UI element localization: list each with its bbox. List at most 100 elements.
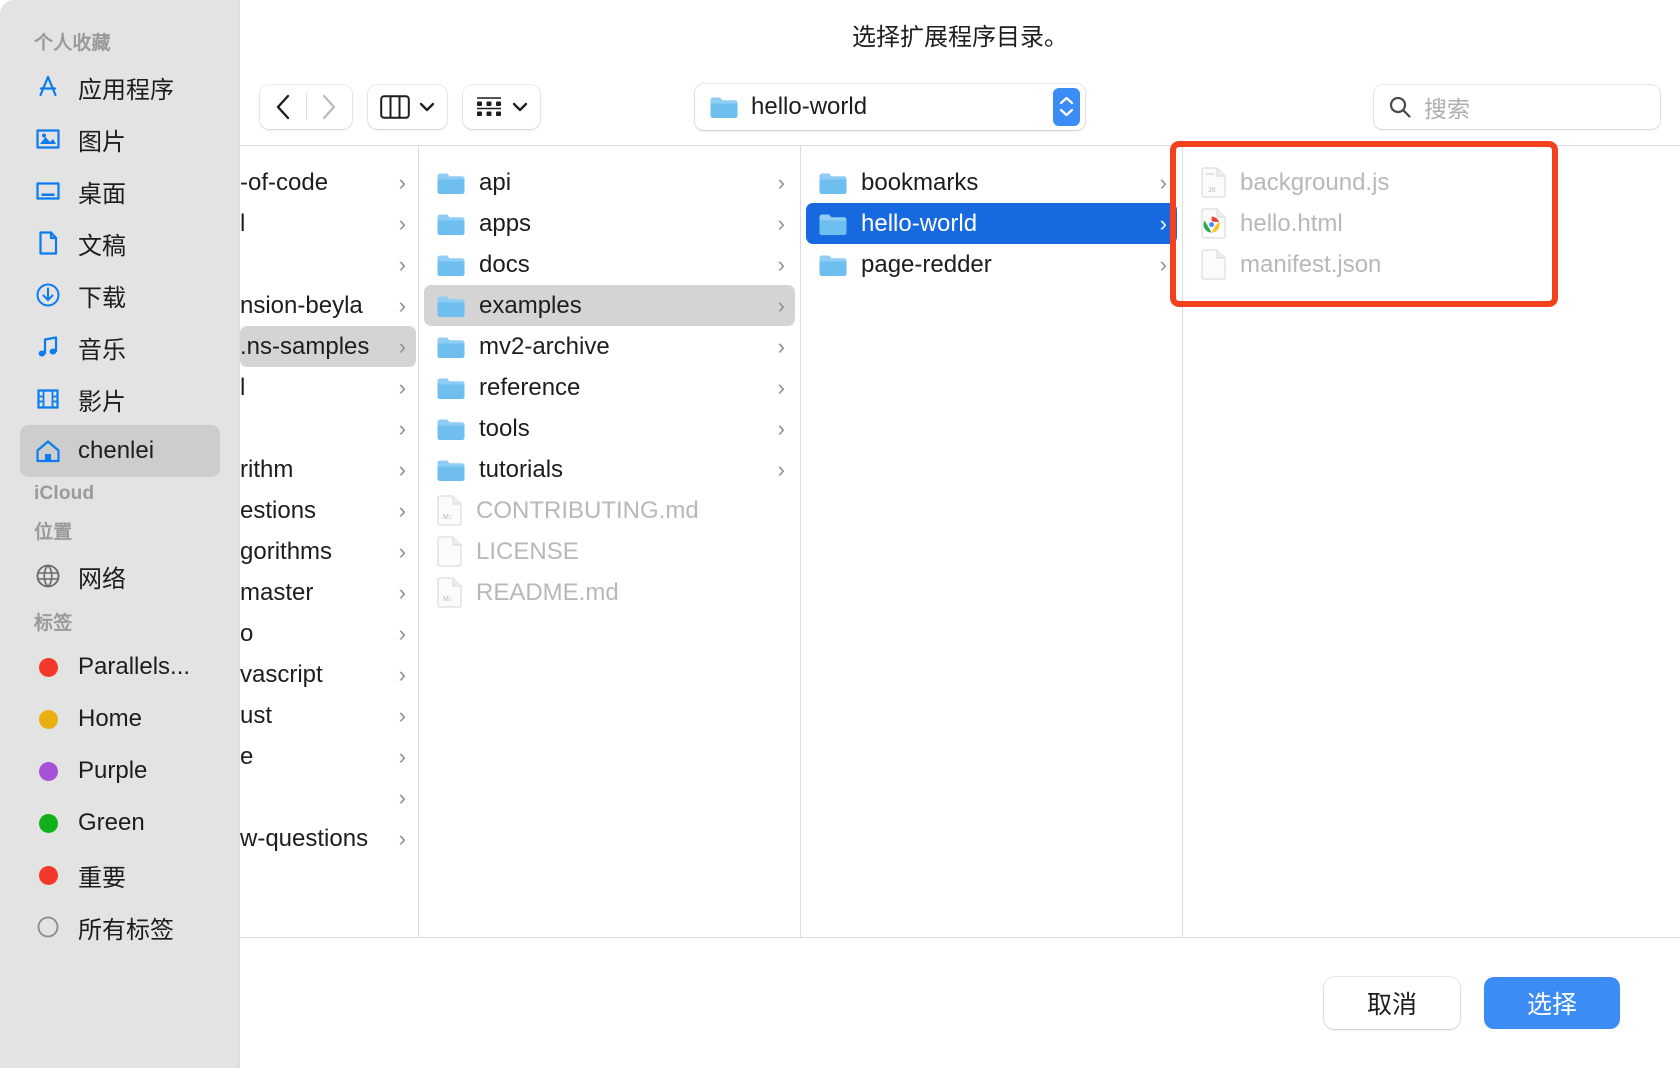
back-button[interactable] (260, 84, 306, 129)
chevron-down-icon (512, 102, 528, 111)
folder-icon (437, 337, 465, 358)
browser-column-4[interactable]: JS background.js hello.html manifest.json (1183, 146, 1565, 937)
column-row: hello.html (1188, 203, 1560, 244)
column-row-label: rithm (240, 455, 294, 483)
column-row[interactable]: mv2-archive › (424, 326, 795, 367)
browser-column-2[interactable]: api › apps › docs › examples › mv2-archive › refer… (419, 146, 801, 937)
chevron-right-icon: › (398, 333, 406, 359)
column-row[interactable]: page-redder › (806, 244, 1177, 285)
chevron-right-icon (322, 94, 336, 119)
markdown-file-icon: M↓ (437, 495, 462, 526)
column-row[interactable]: l › (240, 203, 416, 244)
column-row[interactable]: › (240, 408, 416, 449)
sidebar-item-[interactable]: 应用程序 (20, 61, 220, 113)
dialog-titlebar: 选择扩展程序目录。 (240, 0, 1680, 68)
chevron-right-icon: › (398, 169, 406, 195)
browser-column-3[interactable]: bookmarks › hello-world › page-redder › (801, 146, 1183, 937)
column-row[interactable]: -of-code › (240, 162, 416, 203)
document-icon (1201, 249, 1226, 280)
group-by-button[interactable] (463, 84, 540, 129)
chevron-right-icon: › (398, 456, 406, 482)
column-row[interactable]: l › (240, 367, 416, 408)
column-row[interactable]: rithm › (240, 449, 416, 490)
column-row[interactable]: gorithms › (240, 531, 416, 572)
column-row[interactable]: › (240, 777, 416, 818)
network-globe-icon (36, 564, 60, 588)
path-popup-button[interactable]: hello-world (695, 83, 1085, 130)
column-row-label: examples (479, 291, 582, 319)
stepper-up-icon (1059, 96, 1074, 105)
markdown-file-icon: M↓ (437, 577, 462, 608)
folder-icon (819, 214, 847, 235)
column-row[interactable]: tutorials › (424, 449, 795, 490)
column-row[interactable]: nsion-beyla › (240, 285, 416, 326)
sidebar-item-label: 图片 (78, 128, 126, 156)
column-row-label: apps (479, 209, 532, 237)
forward-button[interactable] (306, 84, 352, 129)
column-row[interactable]: tools › (424, 408, 795, 449)
view-mode-button[interactable] (368, 84, 447, 129)
sidebar-favorites-list: 应用程序图片桌面 文稿 下载 音乐 影片 chenlei (0, 61, 240, 477)
sidebar-item-purple[interactable]: Purple (20, 745, 220, 797)
column-row[interactable]: .ns-samples › (240, 326, 416, 367)
column-row-label: hello-world (861, 209, 978, 237)
search-field[interactable]: 搜索 (1374, 84, 1660, 129)
sidebar-item-[interactable]: 重要 (20, 849, 220, 901)
sidebar-item-chenlei[interactable]: chenlei (20, 425, 220, 477)
tag-dot-icon (34, 705, 62, 733)
search-icon (1389, 96, 1411, 118)
column-row[interactable]: api › (424, 162, 795, 203)
column-row[interactable]: e › (240, 736, 416, 777)
column-row: JS background.js (1188, 162, 1560, 203)
sidebar-item-[interactable]: 影片 (20, 373, 220, 425)
column-row[interactable]: bookmarks › (806, 162, 1177, 203)
column-row[interactable]: w-questions › (240, 818, 416, 859)
column-row[interactable]: hello-world › (806, 203, 1177, 244)
sidebar-item-[interactable]: 音乐 (20, 321, 220, 373)
column-row[interactable]: examples › (424, 285, 795, 326)
group-by-icon (477, 96, 501, 116)
chevron-right-icon: › (777, 415, 785, 441)
sidebar-section-locations: 位置 (34, 522, 73, 543)
folder-icon (437, 255, 465, 276)
cancel-button[interactable]: 取消 (1324, 977, 1460, 1029)
path-popup-stepper[interactable] (1053, 87, 1080, 126)
column-row[interactable]: apps › (424, 203, 795, 244)
sidebar-item-parallels[interactable]: Parallels... (20, 641, 220, 693)
column-row[interactable]: › (240, 244, 416, 285)
column-row[interactable]: estions › (240, 490, 416, 531)
document-icon (437, 536, 462, 567)
choose-button[interactable]: 选择 (1484, 977, 1620, 1029)
sidebar-item-[interactable]: 文稿 (20, 217, 220, 269)
column-row[interactable]: master › (240, 572, 416, 613)
chevron-right-icon: › (777, 292, 785, 318)
column-row[interactable]: o › (240, 613, 416, 654)
column-row[interactable]: ust › (240, 695, 416, 736)
sidebar-item-[interactable]: 桌面 (20, 165, 220, 217)
sidebar-item-[interactable]: 图片 (20, 113, 220, 165)
sidebar-item-[interactable]: 所有标签 (20, 901, 220, 953)
chevron-left-icon (276, 94, 290, 119)
search-placeholder: 搜索 (1424, 95, 1470, 122)
sidebar-item-home[interactable]: Home (20, 693, 220, 745)
column-row[interactable]: vascript › (240, 654, 416, 695)
folder-icon (437, 173, 465, 194)
column-row[interactable]: docs › (424, 244, 795, 285)
folder-icon (437, 460, 465, 481)
sidebar-item-[interactable]: 网络 (20, 550, 220, 602)
sidebar-section-icloud: iCloud (34, 483, 95, 504)
column-row[interactable]: reference › (424, 367, 795, 408)
sidebar-item-green[interactable]: Green (20, 797, 220, 849)
chevron-right-icon: › (777, 251, 785, 277)
chevron-right-icon: › (398, 210, 406, 236)
chevron-down-icon (419, 102, 435, 111)
stepper-down-icon (1059, 108, 1074, 117)
sidebar-item-[interactable]: 下载 (20, 269, 220, 321)
sidebar-item-label: Purple (78, 757, 148, 784)
column-row-label: README.md (476, 578, 619, 606)
column-row-label: e (240, 742, 254, 770)
navigation-buttons (260, 84, 352, 129)
tag-color-dot (38, 709, 58, 729)
browser-column-1[interactable]: -of-code › l › › nsion-beyla › .ns-samples › l › › r… (240, 146, 419, 937)
tag-color-dot (38, 761, 58, 781)
